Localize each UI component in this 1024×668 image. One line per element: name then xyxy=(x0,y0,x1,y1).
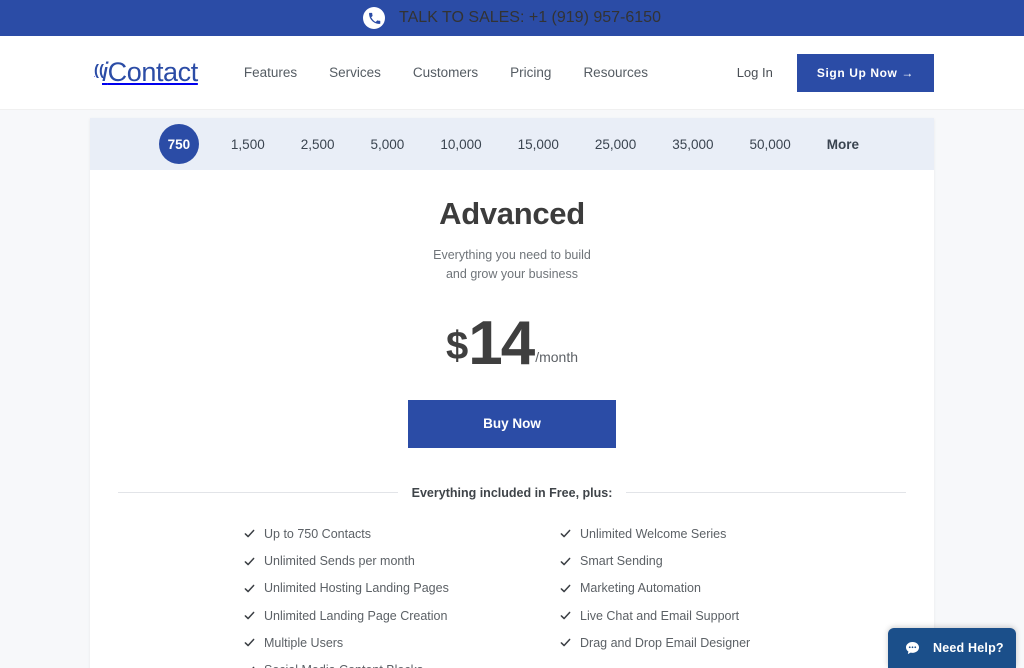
list-item-label: Live Chat and Email Support xyxy=(580,608,740,623)
divider-rule-left xyxy=(118,492,398,494)
plan-title: Advanced xyxy=(439,196,585,231)
price-amount: 14 xyxy=(468,308,535,378)
price-currency: $ xyxy=(445,323,469,368)
check-icon xyxy=(560,557,571,565)
list-item-label: Smart Sending xyxy=(580,554,663,569)
list-item-label: Unlimited Welcome Series xyxy=(580,526,727,541)
list-item: Unlimited Landing Page Creation xyxy=(244,608,512,624)
check-icon xyxy=(244,611,255,620)
nav-item-pricing[interactable]: Pricing xyxy=(510,65,551,80)
need-help-chat-button[interactable]: Need Help? xyxy=(888,628,1016,668)
list-item: Unlimited Welcome Series xyxy=(560,526,902,542)
list-item-label: Unlimited Sends per month xyxy=(264,554,415,569)
tier-option-1500[interactable]: 1,500 xyxy=(213,137,283,152)
page-area: 750 1,500 2,500 5,000 10,000 15,000 25,0… xyxy=(0,110,1024,668)
check-icon xyxy=(560,639,571,647)
list-item-label: Marketing Automation xyxy=(580,581,701,596)
logo-name: Contact xyxy=(107,57,199,87)
nav-links: Features Services Customers Pricing Reso… xyxy=(244,65,648,80)
price-period: /month xyxy=(535,348,579,365)
plan-tagline: Everything you need to build and grow yo… xyxy=(142,246,882,285)
sales-banner-text: TALK TO SALES: +1 (919) 957-6150 xyxy=(399,9,661,26)
feature-list-left: Up to 750 Contacts Unlimited Sends per m… xyxy=(122,526,512,668)
list-item-label: Up to 750 Contacts xyxy=(264,526,372,541)
nav-item-services[interactable]: Services xyxy=(329,65,381,80)
check-icon xyxy=(244,557,255,565)
plan-price: $ 14 /month xyxy=(142,308,882,378)
contact-tier-selector: 750 1,500 2,500 5,000 10,000 15,000 25,0… xyxy=(90,118,934,170)
sign-up-now-button[interactable]: Sign Up Now → xyxy=(796,53,934,92)
tier-option-15000[interactable]: 15,000 xyxy=(500,137,577,152)
included-label: Everything included in Free, plus: xyxy=(411,485,613,500)
list-item: Unlimited Sends per month xyxy=(244,553,512,569)
divider-rule-right xyxy=(626,492,907,494)
logo-text: iContact xyxy=(102,59,198,86)
login-link[interactable]: Log In xyxy=(737,65,773,80)
list-item-label: Social Media Content Blocks xyxy=(264,662,423,668)
phone-icon xyxy=(363,7,386,29)
nav-actions: Log In Sign Up Now → xyxy=(737,53,934,92)
tier-option-10000[interactable]: 10,000 xyxy=(422,137,499,152)
icontact-logo[interactable]: (( iContact xyxy=(94,59,198,86)
pricing-card: 750 1,500 2,500 5,000 10,000 15,000 25,0… xyxy=(90,118,934,668)
plan-tagline-line-1: Everything you need to build xyxy=(433,248,591,262)
check-icon xyxy=(560,530,571,538)
feature-list-right: Unlimited Welcome Series Smart Sending M… xyxy=(512,526,902,668)
tier-option-750[interactable]: 750 xyxy=(158,124,199,164)
tier-option-more[interactable]: More xyxy=(809,137,877,152)
tier-option-2500[interactable]: 2,500 xyxy=(283,137,353,152)
tier-option-5000[interactable]: 5,000 xyxy=(353,137,423,152)
list-item: Unlimited Hosting Landing Pages xyxy=(244,580,512,596)
list-item: Live Chat and Email Support xyxy=(560,608,902,624)
tier-option-50000[interactable]: 50,000 xyxy=(732,137,809,152)
list-item-label: Multiple Users xyxy=(264,635,344,650)
list-item-label: Unlimited Hosting Landing Pages xyxy=(264,581,449,596)
list-item: Drag and Drop Email Designer xyxy=(560,635,902,651)
list-item: Multiple Users xyxy=(244,635,512,651)
main-navbar: (( iContact Features Services Customers … xyxy=(0,36,1024,110)
check-icon xyxy=(251,666,255,668)
list-item: Up to 750 Contacts xyxy=(244,526,512,542)
check-icon xyxy=(244,584,255,593)
chat-bubble-icon xyxy=(905,641,920,654)
check-icon xyxy=(560,611,571,620)
check-icon xyxy=(244,639,255,647)
list-item: Social Media Content Blocks xyxy=(244,662,512,668)
plan-tagline-line-2: and grow your business xyxy=(445,267,579,282)
included-divider: Everything included in Free, plus: xyxy=(118,485,907,500)
list-item-label: Unlimited Landing Page Creation xyxy=(264,608,448,623)
buy-now-button[interactable]: Buy Now xyxy=(408,399,616,448)
list-item-label: Drag and Drop Email Designer xyxy=(580,635,751,650)
nav-item-resources[interactable]: Resources xyxy=(583,65,648,80)
check-icon xyxy=(244,530,255,538)
list-item: Smart Sending xyxy=(560,553,902,569)
chat-label: Need Help? xyxy=(933,641,1004,655)
feature-lists: Up to 750 Contacts Unlimited Sends per m… xyxy=(90,526,934,668)
check-icon xyxy=(560,584,571,593)
sales-banner: TALK TO SALES: +1 (919) 957-6150 xyxy=(0,0,1024,36)
list-item: Marketing Automation xyxy=(560,580,902,596)
nav-item-features[interactable]: Features xyxy=(244,65,297,80)
plan-body: Advanced Everything you need to build an… xyxy=(90,170,934,448)
tier-option-35000[interactable]: 35,000 xyxy=(654,137,731,152)
nav-item-customers[interactable]: Customers xyxy=(413,65,478,80)
tier-option-25000[interactable]: 25,000 xyxy=(577,137,654,152)
